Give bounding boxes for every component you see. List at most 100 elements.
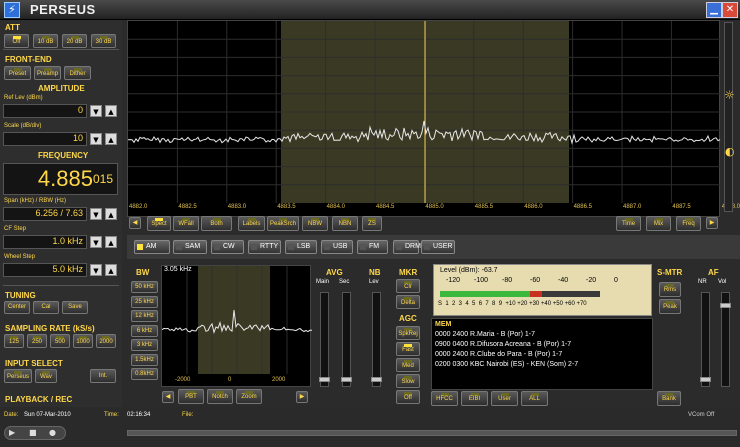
- wheel-step-field[interactable]: 5.0 kHz: [3, 263, 87, 277]
- mem-button-eibi[interactable]: EIBI: [461, 391, 488, 406]
- mem-button-all[interactable]: ALL: [521, 391, 548, 406]
- spectrum-zoom-slider[interactable]: [724, 22, 733, 212]
- mode-button-lsb[interactable]: LSB: [285, 240, 317, 254]
- slider-knob[interactable]: [341, 377, 352, 382]
- span-field[interactable]: 6.256 / 7.63: [3, 207, 87, 221]
- agc-button-med[interactable]: Med: [396, 358, 420, 372]
- mode-button-am[interactable]: AM: [134, 240, 170, 254]
- spectrum-display[interactable]: [127, 20, 721, 218]
- span-down-arrow-icon[interactable]: ▼: [90, 208, 102, 220]
- spectrum-button-freq[interactable]: Freq: [676, 216, 701, 231]
- wheel-down-arrow-icon[interactable]: ▼: [90, 264, 102, 276]
- sampling-button-2000[interactable]: 2000: [96, 334, 116, 348]
- playback-progress[interactable]: [127, 430, 737, 436]
- frontend-button-dither[interactable]: Dither: [64, 66, 91, 80]
- record-icon[interactable]: ●: [49, 428, 56, 437]
- spectrum-button-labels[interactable]: Labels: [238, 216, 265, 231]
- avg-sec-slider[interactable]: [341, 292, 352, 387]
- ref-up-arrow-icon[interactable]: ▲: [105, 105, 117, 117]
- frontend-button-preamp[interactable]: Preamp: [34, 66, 61, 80]
- att-button-20-db[interactable]: 20 dB: [62, 34, 87, 48]
- tuning-button-center[interactable]: Center: [4, 301, 30, 314]
- filter-button-notch[interactable]: Notch: [207, 389, 233, 404]
- bw-button-25-khz[interactable]: 25 kHz: [131, 295, 158, 308]
- slider-knob[interactable]: [720, 303, 731, 308]
- scale-field[interactable]: 10: [3, 132, 87, 146]
- spectrum-button-both[interactable]: Both: [201, 216, 232, 231]
- input-button-wav[interactable]: Wav: [35, 369, 57, 383]
- memory-row[interactable]: 0000 2400 R.Maria - B (Por) 1-7: [435, 331, 535, 338]
- mode-button-drm[interactable]: DRM: [393, 240, 421, 254]
- cf-up-arrow-icon[interactable]: ▲: [105, 236, 117, 248]
- scale-down-arrow-icon[interactable]: ▼: [90, 133, 102, 145]
- slider-knob[interactable]: [700, 377, 711, 382]
- bw-button-6-khz[interactable]: 6 kHz: [131, 324, 158, 337]
- smtr-button-rms[interactable]: Rms: [659, 282, 681, 297]
- spectrum-button-mix[interactable]: Mix: [646, 216, 671, 231]
- att-button-30-db[interactable]: 30 dB: [91, 34, 116, 48]
- nb-level-slider[interactable]: [371, 292, 382, 387]
- play-icon[interactable]: ▶: [9, 428, 15, 437]
- nr-slider[interactable]: [700, 292, 711, 387]
- filter-plot[interactable]: [161, 266, 312, 388]
- mkr-button-delta[interactable]: Delta: [396, 295, 420, 309]
- att-button-10-db[interactable]: 10 dB: [33, 34, 58, 48]
- mode-button-sam[interactable]: SAM: [173, 240, 207, 254]
- mkr-button-clr[interactable]: Clr: [396, 279, 420, 293]
- input-button-perseus[interactable]: Perseus: [4, 369, 32, 383]
- scale-up-arrow-icon[interactable]: ▲: [105, 133, 117, 145]
- agc-button-off[interactable]: Off: [396, 390, 420, 404]
- spectrum-button-spect[interactable]: Spect: [147, 216, 171, 231]
- ref-down-arrow-icon[interactable]: ▼: [90, 105, 102, 117]
- smtr-button-peak[interactable]: Peak: [659, 299, 681, 314]
- spectrum-button-wfall[interactable]: WFall: [173, 216, 199, 231]
- spectrum-scroll-left-icon[interactable]: ◀: [129, 217, 141, 229]
- spectrum-button-nbn[interactable]: NBN: [332, 216, 358, 231]
- bw-button-0-8khz[interactable]: 0.8kHz: [131, 368, 158, 380]
- sampling-button-500[interactable]: 500: [50, 334, 70, 348]
- sampling-button-250[interactable]: 250: [27, 334, 47, 348]
- agc-button-slow[interactable]: Slow: [396, 374, 420, 388]
- mem-button-hfcc[interactable]: HFCC: [431, 391, 458, 406]
- mode-button-user[interactable]: USER: [421, 240, 455, 254]
- spectrum-button-nbw[interactable]: NBW: [302, 216, 328, 231]
- ref-level-field[interactable]: 0: [3, 104, 87, 118]
- tuning-button-save[interactable]: Save: [62, 301, 88, 314]
- frequency-display[interactable]: 4.885015: [3, 163, 118, 195]
- close-icon[interactable]: ✕: [722, 2, 738, 18]
- tuning-button-cal[interactable]: Cal: [33, 301, 59, 314]
- bw-button-50-khz[interactable]: 50 kHz: [131, 281, 158, 293]
- bw-button-3-khz[interactable]: 3 kHz: [131, 339, 158, 351]
- mode-button-fm[interactable]: FM: [357, 240, 388, 254]
- sampling-button-125[interactable]: 125: [4, 334, 24, 348]
- memory-row[interactable]: 0900 0400 R.Difusora Acreana - B (Por) 1…: [435, 341, 571, 348]
- spectrum-scroll-right-icon[interactable]: ▶: [706, 217, 718, 229]
- spectrum-button-zs[interactable]: ZS: [362, 216, 382, 231]
- spectrum-button-peaksrch[interactable]: PeakSrch: [267, 216, 299, 231]
- memory-row[interactable]: 0000 2400 R.Clube do Para - B (Por) 1-7: [435, 351, 562, 358]
- cf-step-field[interactable]: 1.0 kHz: [3, 235, 87, 249]
- stop-icon[interactable]: ■: [29, 428, 37, 437]
- slider-knob[interactable]: [371, 377, 382, 382]
- mode-button-cw[interactable]: CW: [211, 240, 244, 254]
- spectrum-plot[interactable]: [128, 21, 721, 218]
- input-button-int[interactable]: Int.: [90, 369, 116, 383]
- bw-button-1-5khz[interactable]: 1.5kHz: [131, 353, 158, 366]
- filter-button-pbt[interactable]: PBT: [178, 389, 204, 404]
- agc-button-fast[interactable]: Fast: [396, 342, 420, 356]
- volume-slider[interactable]: [720, 292, 731, 387]
- mode-button-rtty[interactable]: RTTY: [248, 240, 281, 254]
- span-up-arrow-icon[interactable]: ▲: [105, 208, 117, 220]
- filter-scroll-left-icon[interactable]: ◀: [162, 391, 174, 403]
- bw-button-12-khz[interactable]: 12 kHz: [131, 310, 158, 322]
- mem-bank-button[interactable]: Bank: [657, 391, 681, 406]
- filter-display[interactable]: [161, 265, 312, 388]
- memory-list[interactable]: MEM 0000 2400 R.Maria - B (Por) 1-7 0900 …: [431, 318, 653, 390]
- sampling-button-1000[interactable]: 1000: [73, 334, 93, 348]
- filter-scroll-right-icon[interactable]: ▶: [296, 391, 308, 403]
- avg-main-slider[interactable]: [319, 292, 330, 387]
- frontend-button-preset[interactable]: Preset: [4, 66, 31, 80]
- slider-knob[interactable]: [319, 377, 330, 382]
- memory-row[interactable]: 0200 0300 KBC Nairobi (ES) - KEN (Som) 2…: [435, 361, 578, 368]
- spectrum-button-time[interactable]: Time: [616, 216, 641, 231]
